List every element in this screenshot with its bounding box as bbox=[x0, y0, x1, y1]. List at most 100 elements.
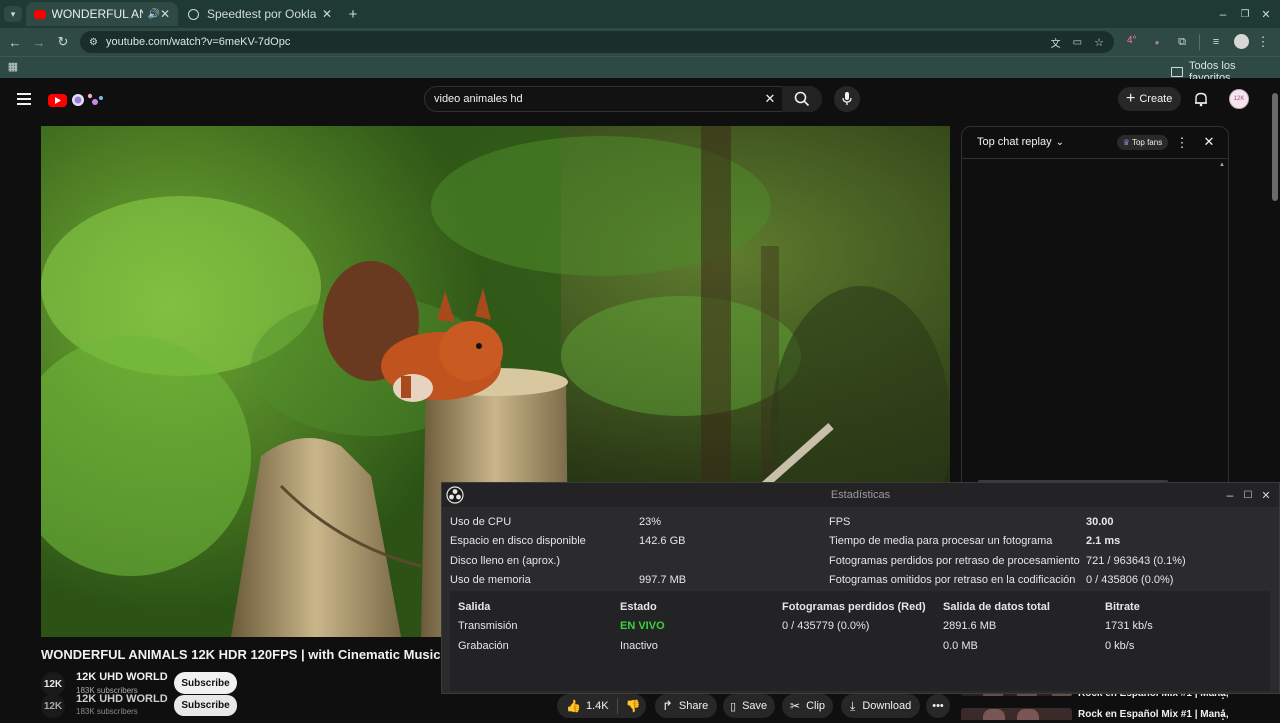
stat-label-render-time: Tiempo de media para procesar un fotogra… bbox=[829, 535, 1053, 547]
output-bitrate-recording: 0 kb/s bbox=[1105, 640, 1135, 652]
download-button[interactable]: ⤓ Download bbox=[841, 694, 920, 718]
create-label: Create bbox=[1139, 93, 1173, 105]
like-thumb-up-icon[interactable]: 👍 bbox=[566, 699, 581, 713]
outputs-header-bitrate: Bitrate bbox=[1105, 601, 1140, 613]
site-info-icon[interactable]: ⚙ bbox=[89, 37, 98, 48]
tab-speedtest[interactable]: Speedtest por Ookla - La ✕ bbox=[180, 2, 340, 26]
profile-avatar[interactable] bbox=[1234, 34, 1249, 49]
share-arrow-icon: ↱ bbox=[662, 698, 673, 713]
share-label: Share bbox=[678, 700, 709, 712]
chat-close-icon[interactable]: ✕ bbox=[1202, 134, 1216, 150]
tab-close-icon[interactable]: ✕ bbox=[322, 7, 332, 21]
stat-value-render-time: 2.1 ms bbox=[1086, 535, 1121, 547]
address-bar[interactable]: ⚙ youtube.com/watch?v=6meKV-7dOpc 文 ▭ ☆ bbox=[80, 31, 1114, 53]
search-input[interactable]: video animales hd bbox=[434, 93, 523, 105]
clip-button[interactable]: ✂ Clip bbox=[782, 694, 833, 718]
recommendation-title[interactable]: Rock en Español Mix #1 | Maná, bbox=[1078, 709, 1229, 720]
stat-value-fps: 30.00 bbox=[1086, 516, 1114, 528]
output-state-inactive: Inactivo bbox=[620, 640, 658, 652]
tab-title: Speedtest por Ookla - La bbox=[207, 7, 319, 21]
recommendation-more-icon[interactable]: ⋮ bbox=[1217, 707, 1230, 722]
translate-icon[interactable]: 文 bbox=[1051, 35, 1061, 50]
obs-stats-window: Estadísticas – ☐ ✕ Uso de CPU 23% Espaci… bbox=[441, 482, 1280, 694]
channel-name[interactable]: 12K UHD WORLD bbox=[76, 671, 168, 683]
cast-icon[interactable]: ▭ bbox=[1073, 37, 1082, 48]
obs-minimize-icon[interactable]: – bbox=[1224, 487, 1236, 503]
recommendation-thumbnail[interactable] bbox=[961, 708, 1072, 720]
clear-search-icon[interactable]: ✕ bbox=[762, 91, 778, 107]
bookmark-icon: ▯ bbox=[730, 700, 737, 713]
save-label: Save bbox=[742, 700, 768, 712]
channel-avatar-ghost: 12K bbox=[41, 694, 65, 718]
like-count[interactable]: 1.4K bbox=[586, 700, 609, 712]
window-restore-icon[interactable]: ❐ bbox=[1238, 6, 1252, 22]
output-bitrate-stream: 1731 kb/s bbox=[1105, 620, 1153, 632]
bookmark-star-icon[interactable]: ☆ bbox=[1094, 36, 1104, 49]
channel-name-ghost: 12K UHD WORLD bbox=[76, 693, 168, 703]
stat-label-disk: Espacio en disco disponible bbox=[450, 535, 586, 547]
stat-value-disk: 142.6 GB bbox=[639, 535, 686, 547]
tab-youtube[interactable]: WONDERFUL ANIMA 🔊 ✕ bbox=[26, 2, 178, 26]
output-name-stream: Transmisión bbox=[458, 620, 518, 632]
download-icon: ⤓ bbox=[850, 698, 856, 713]
subscribe-button-ghost[interactable]: Subscribe bbox=[174, 695, 237, 716]
reload-icon[interactable]: ↻ bbox=[54, 33, 72, 51]
chat-scroll-up-arrow[interactable]: ▲ bbox=[1219, 162, 1225, 168]
output-total-stream: 2891.6 MB bbox=[943, 620, 997, 632]
account-avatar[interactable]: 12K bbox=[1229, 89, 1249, 109]
top-fans-badge[interactable]: ♛ Top fans bbox=[1117, 135, 1168, 150]
apps-grid-icon[interactable]: ▦ bbox=[6, 59, 20, 73]
outputs-header-total: Salida de datos total bbox=[943, 601, 1050, 613]
chat-more-icon[interactable]: ⋮ bbox=[1176, 135, 1189, 151]
video-title: WONDERFUL ANIMALS 12K HDR 120FPS | with … bbox=[41, 647, 441, 662]
youtube-logo[interactable] bbox=[48, 91, 108, 109]
new-tab-plus-icon[interactable]: + bbox=[345, 5, 361, 23]
chat-header-divider bbox=[962, 158, 1228, 159]
extension-icon[interactable]: ● bbox=[1150, 34, 1164, 50]
speedtest-favicon-icon bbox=[188, 8, 199, 20]
output-total-recording: 0.0 MB bbox=[943, 640, 978, 652]
reading-list-icon[interactable]: ≡ bbox=[1208, 34, 1224, 50]
obs-window-title: Estadísticas bbox=[830, 489, 891, 501]
extension-badge[interactable]: 4° bbox=[1127, 35, 1137, 46]
obs-maximize-icon[interactable]: ☐ bbox=[1242, 487, 1254, 503]
forward-arrow-icon[interactable]: → bbox=[30, 33, 48, 51]
download-label: Download bbox=[862, 700, 912, 712]
tab-search-chevron-icon[interactable]: ▾ bbox=[4, 6, 22, 22]
dislike-thumb-down-icon[interactable]: 👎 bbox=[626, 699, 641, 713]
output-name-recording: Grabación bbox=[458, 640, 509, 652]
create-button[interactable]: + Create bbox=[1118, 87, 1181, 111]
channel-avatar[interactable]: 12K bbox=[41, 672, 65, 696]
share-button[interactable]: ↱ Share bbox=[655, 694, 717, 718]
tab-close-icon[interactable]: ✕ bbox=[160, 7, 170, 21]
stat-value-render-lag: 721 / 963643 (0.1%) bbox=[1086, 555, 1186, 567]
notifications-bell-icon[interactable] bbox=[1193, 91, 1209, 107]
url-text: youtube.com/watch?v=6meKV-7dOpc bbox=[105, 36, 291, 48]
hamburger-menu-icon[interactable] bbox=[17, 93, 31, 105]
clip-label: Clip bbox=[806, 700, 826, 712]
window-close-icon[interactable]: ✕ bbox=[1259, 6, 1273, 22]
extensions-puzzle-icon[interactable]: ⧉ bbox=[1174, 34, 1190, 50]
save-button[interactable]: ▯ Save bbox=[723, 694, 775, 718]
chat-mode-dropdown[interactable]: Top chat replay ⌄ bbox=[977, 136, 1064, 148]
chevron-down-icon: ⌄ bbox=[1055, 136, 1064, 148]
stat-label-encoding-lag: Fotogramas omitidos por retraso en la co… bbox=[829, 574, 1076, 586]
like-divider bbox=[616, 698, 618, 714]
audio-playing-icon[interactable]: 🔊 bbox=[147, 9, 159, 20]
subscribe-button[interactable]: Subscribe bbox=[174, 672, 237, 694]
plus-icon: + bbox=[1126, 90, 1136, 107]
search-icon bbox=[794, 91, 810, 107]
outputs-header-dropped: Fotogramas perdidos (Red) bbox=[782, 601, 926, 613]
obs-close-icon[interactable]: ✕ bbox=[1260, 487, 1272, 503]
outputs-header-state: Estado bbox=[620, 601, 657, 613]
page-scrollbar-thumb[interactable] bbox=[1272, 93, 1278, 201]
chat-title: Top chat replay bbox=[977, 136, 1052, 148]
bookmarks-bar bbox=[0, 56, 1280, 78]
stat-value-encoding-lag: 0 / 435806 (0.0%) bbox=[1086, 574, 1174, 586]
obs-window-titlebar[interactable]: Estadísticas bbox=[442, 483, 1279, 507]
stat-label-render-lag: Fotogramas perdidos por retraso de proce… bbox=[829, 555, 1080, 567]
window-minimize-icon[interactable]: – bbox=[1216, 6, 1230, 22]
browser-menu-icon[interactable]: ⋮ bbox=[1256, 34, 1270, 50]
back-arrow-icon[interactable]: ← bbox=[6, 33, 24, 51]
more-actions-icon[interactable]: ••• bbox=[926, 694, 950, 718]
